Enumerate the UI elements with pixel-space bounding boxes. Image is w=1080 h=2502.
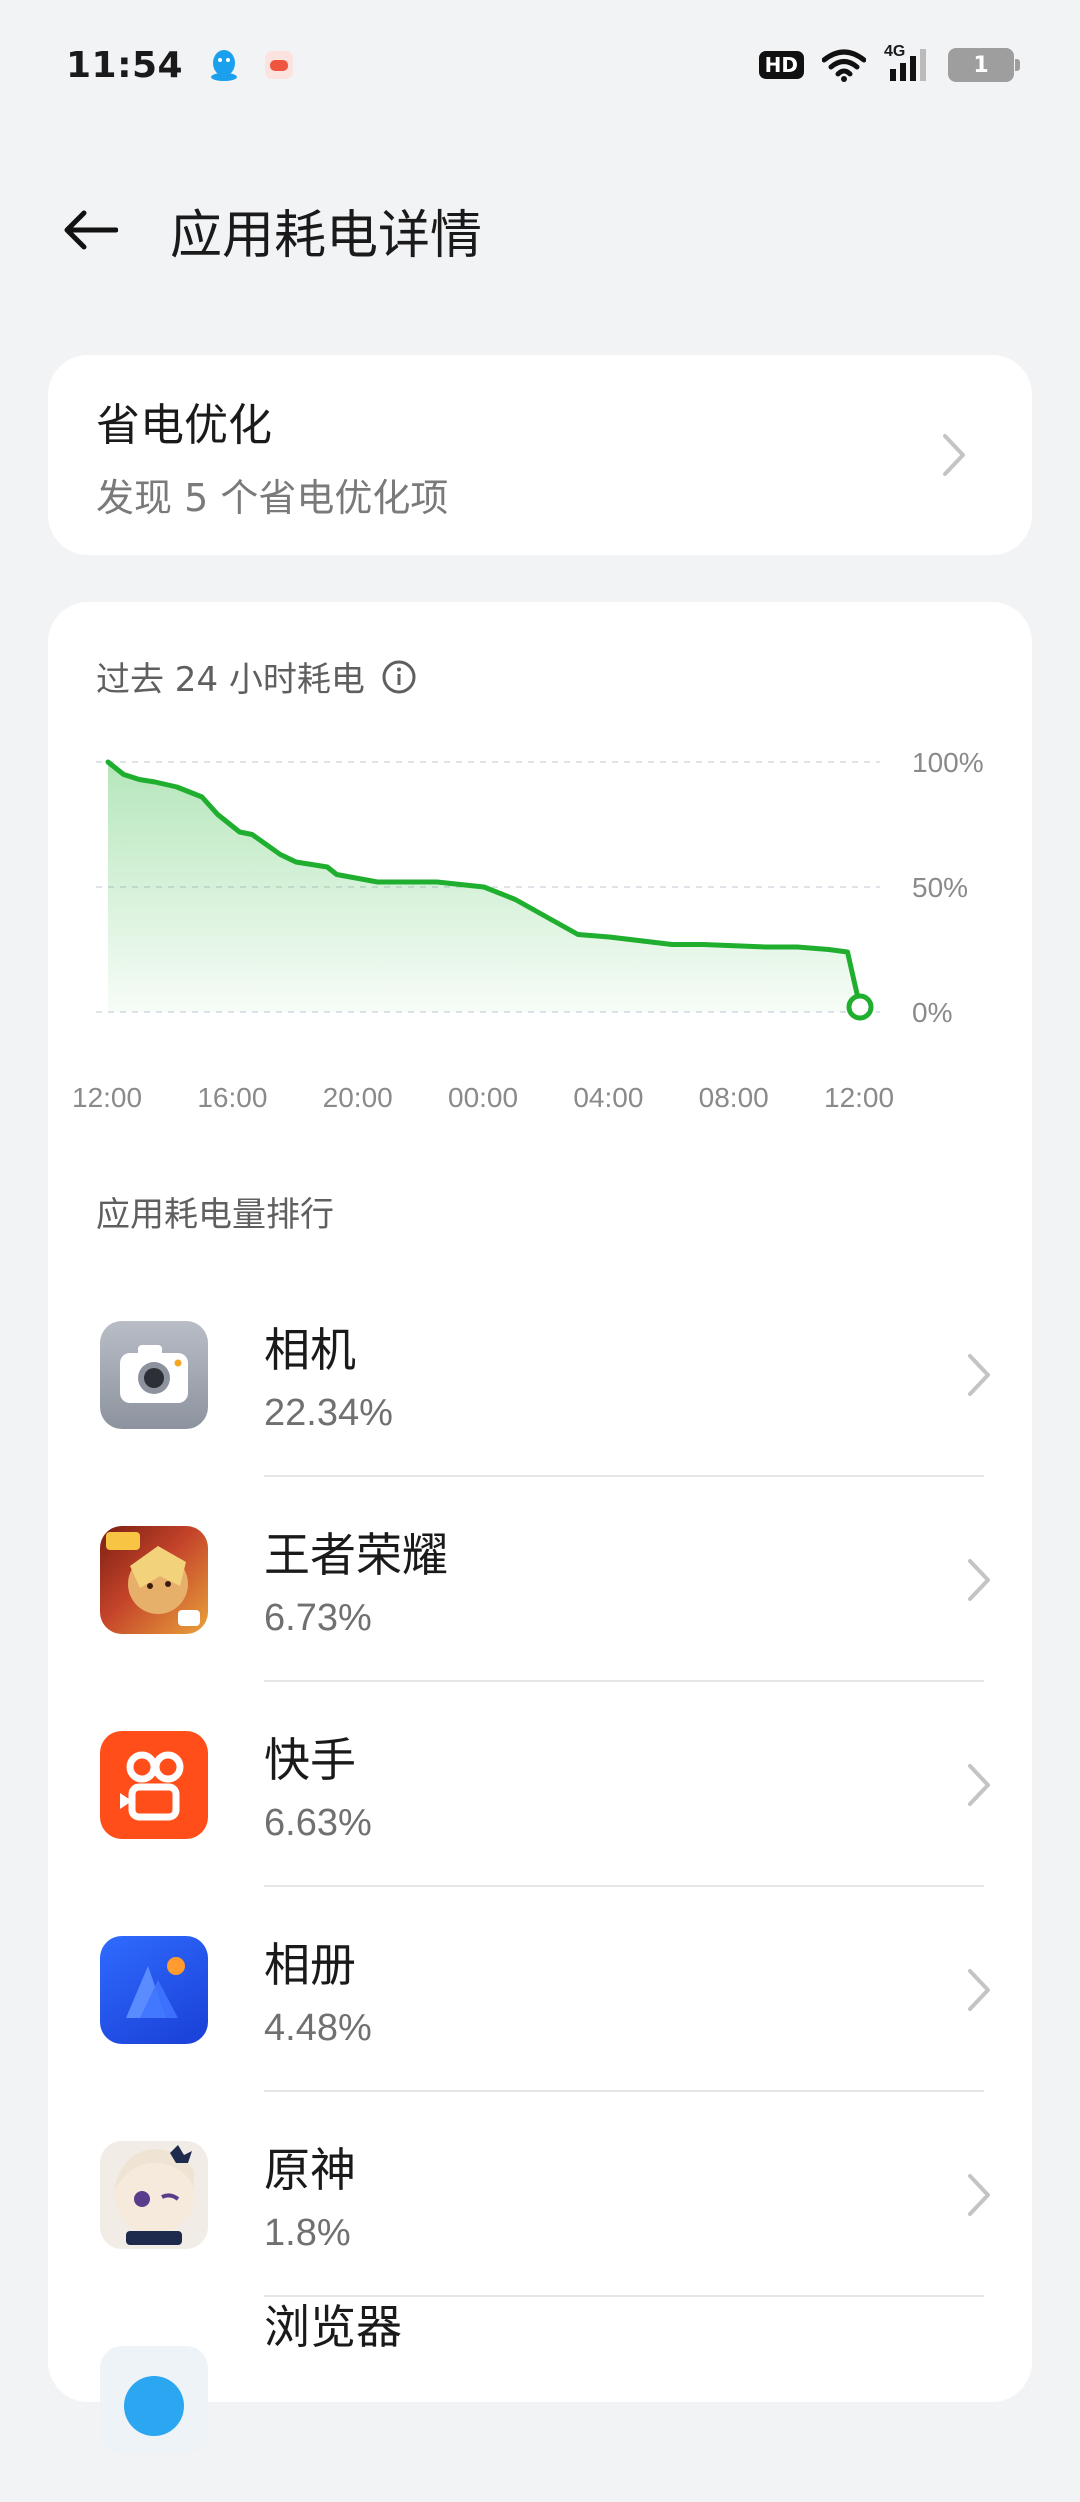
app-row-camera[interactable]: 相机 22.34% xyxy=(48,1272,1032,1477)
signal-group: 4G xyxy=(884,43,930,83)
battery-indicator: 1 xyxy=(948,48,1020,82)
x-tick-label: 12:00 xyxy=(72,1082,143,1113)
browser-icon xyxy=(100,2345,208,2454)
app-name: 相册 xyxy=(264,1938,356,1992)
app-row-genshin[interactable]: 原神 1.8% xyxy=(48,2092,1032,2297)
app-info: 原神 1.8% xyxy=(264,2134,356,2255)
battery-chart-svg: 100% 50% 0% xyxy=(96,747,984,1028)
app-name: 快手 xyxy=(264,1733,356,1787)
x-tick-label: 04:00 xyxy=(573,1082,644,1113)
x-tick-label: 20:00 xyxy=(322,1082,393,1113)
battery-level: 1 xyxy=(973,52,989,78)
current-level-point xyxy=(846,993,874,1021)
signal-icon xyxy=(890,49,926,81)
chevron-right-icon xyxy=(968,1968,990,2011)
kuaishou-icon xyxy=(100,1730,208,1839)
app-info: 相机 22.34% xyxy=(264,1314,393,1435)
optimization-text: 省电优化 发现 5 个省电优化项 xyxy=(96,389,924,522)
app-percent: 22.34% xyxy=(264,1392,393,1434)
info-icon[interactable] xyxy=(381,659,417,695)
app-percent: 6.73% xyxy=(264,1597,372,1639)
status-time: 11:54 xyxy=(66,44,184,86)
camera-icon xyxy=(100,1320,208,1429)
y-tick-label: 0% xyxy=(912,997,952,1028)
app-name: 相机 xyxy=(264,1323,356,1377)
genshin-icon xyxy=(100,2140,208,2249)
app-name: 浏览器 xyxy=(264,2300,402,2354)
battery-usage-chart: 100% 50% 0% xyxy=(48,732,1032,1062)
app-percent: 1.8% xyxy=(264,2212,351,2254)
x-tick-label: 00:00 xyxy=(448,1082,519,1113)
app-info: 浏览器 xyxy=(264,2291,402,2357)
game-app-icon xyxy=(265,51,294,79)
x-tick-label: 16:00 xyxy=(197,1082,268,1113)
chevron-right-icon xyxy=(968,1353,990,1396)
optimization-subtitle: 发现 5 个省电优化项 xyxy=(96,475,449,520)
chevron-right-icon xyxy=(968,1763,990,1806)
app-row-kuaishou[interactable]: 快手 6.63% xyxy=(48,1682,1032,1887)
status-right-group: HD 4G 1 xyxy=(758,43,1020,83)
app-row-browser[interactable]: 浏览器 xyxy=(48,2297,1032,2502)
app-info: 相册 4.48% xyxy=(264,1929,372,2050)
power-saving-optimization-card[interactable]: 省电优化 发现 5 个省电优化项 xyxy=(48,355,1032,555)
honor-of-kings-icon xyxy=(100,1525,208,1634)
ranking-label-text: 应用耗电量排行 xyxy=(96,1195,334,1235)
status-notification-icons xyxy=(209,48,295,82)
app-row-honor-of-kings[interactable]: 王者荣耀 6.73% xyxy=(48,1477,1032,1682)
back-arrow-icon xyxy=(64,210,118,250)
app-name: 王者荣耀 xyxy=(264,1528,448,1582)
app-row-gallery[interactable]: 相册 4.48% xyxy=(48,1887,1032,2092)
x-tick-label: 12:00 xyxy=(824,1082,895,1113)
back-button[interactable] xyxy=(40,185,140,275)
chevron-right-icon xyxy=(968,2173,990,2216)
page-title: 应用耗电详情 xyxy=(170,205,483,266)
ranking-label: 应用耗电量排行 xyxy=(96,1187,334,1236)
status-bar: 11:54 HD 4G 1 xyxy=(0,0,1080,130)
app-name: 原神 xyxy=(264,2143,356,2197)
x-tick-label: 08:00 xyxy=(698,1082,769,1113)
y-tick-label: 100% xyxy=(912,747,984,778)
gallery-icon xyxy=(100,1935,208,2044)
qq-icon xyxy=(211,50,238,81)
usage-24h-text: 过去 24 小时耗电 xyxy=(96,660,365,700)
chevron-right-icon xyxy=(924,425,984,485)
app-info: 快手 6.63% xyxy=(264,1724,372,1845)
app-info: 王者荣耀 6.73% xyxy=(264,1519,448,1640)
hd-badge: HD xyxy=(758,51,804,79)
app-percent: 4.48% xyxy=(264,2007,372,2049)
app-percent: 6.63% xyxy=(264,1802,372,1844)
y-tick-label: 50% xyxy=(912,872,968,903)
page-header: 应用耗电详情 xyxy=(0,185,1080,275)
optimization-title: 省电优化 xyxy=(96,399,272,451)
wifi-icon xyxy=(822,49,866,82)
chevron-right-icon xyxy=(968,1558,990,1601)
usage-details-card: 过去 24 小时耗电 100% 50% 0% 12:00 16:00 20:00 00:0… xyxy=(48,602,1032,2454)
usage-24h-label: 过去 24 小时耗电 xyxy=(96,652,417,701)
